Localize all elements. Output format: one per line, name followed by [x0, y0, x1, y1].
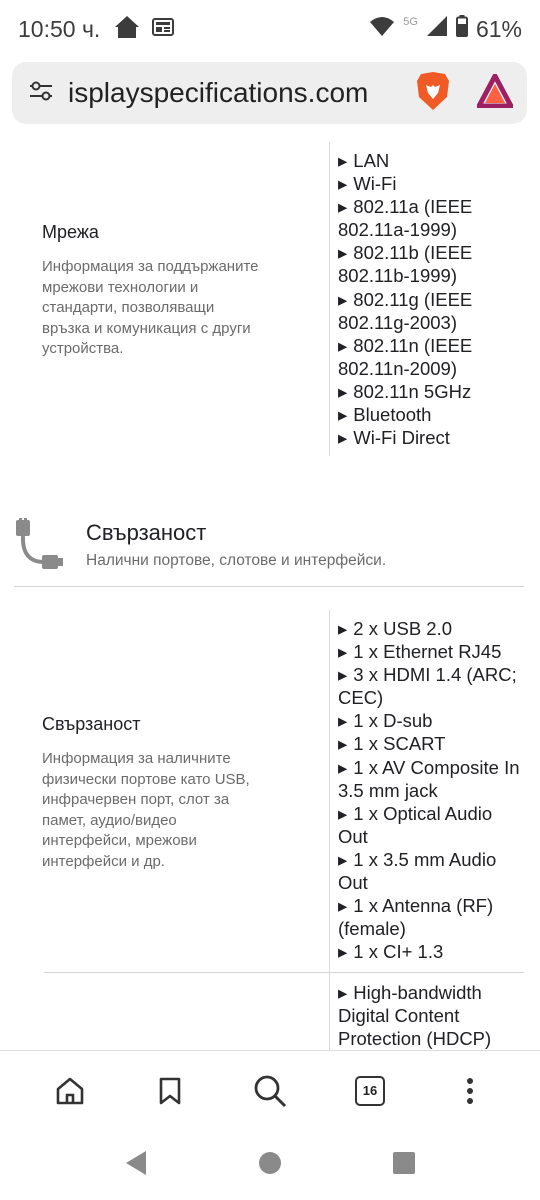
list-item: 2 x USB 2.0: [338, 617, 523, 640]
list-item: 802.11n (IEEE 802.11n-2009): [338, 334, 523, 380]
browser-toolbar: 16: [0, 1050, 540, 1130]
back-button[interactable]: [124, 1150, 148, 1181]
brave-shields-icon[interactable]: [415, 71, 451, 116]
list-item: LAN: [338, 149, 523, 172]
home-circle-icon: [259, 1151, 281, 1174]
search-icon: [254, 1075, 287, 1107]
divider-vertical: [329, 610, 330, 972]
network-spec-label: Мрежа Информация за поддържаните мрежови…: [42, 222, 262, 360]
section-divider: [14, 586, 524, 587]
tab-count[interactable]: 16: [355, 1075, 385, 1106]
home-nav-button[interactable]: [258, 1151, 282, 1180]
cable-icon: [14, 518, 66, 579]
url-text[interactable]: isplayspecifications.com: [68, 77, 388, 109]
connectivity-spec-label: Свързаност Информация за наличните физич…: [42, 714, 262, 872]
list-item: 802.11a (IEEE 802.11a-1999): [338, 195, 523, 241]
address-bar[interactable]: isplayspecifications.com: [12, 62, 527, 124]
status-time: 10:50 ч.: [18, 15, 101, 42]
connectivity-spec-values: 2 x USB 2.0 1 x Ethernet RJ45 3 x HDMI 1…: [338, 617, 523, 963]
connectivity-spec-description: Информация за наличните физически портов…: [42, 750, 250, 870]
list-item: 802.11n 5GHz: [338, 380, 523, 403]
bookmark-button[interactable]: [146, 1067, 194, 1115]
section-title: Свързаност: [86, 520, 207, 545]
list-item: Wi-Fi Direct: [338, 426, 523, 449]
network-spec-description: Информация за поддържаните мрежови техно…: [42, 258, 259, 357]
list-item: 1 x CI+ 1.3: [338, 940, 523, 963]
wifi-icon: [369, 15, 395, 43]
site-settings-icon[interactable]: [28, 79, 54, 108]
search-button[interactable]: [246, 1067, 294, 1115]
menu-button[interactable]: [446, 1067, 494, 1115]
list-item: 802.11b (IEEE 802.11b-1999): [338, 241, 523, 287]
network-spec-title: Мрежа: [42, 222, 99, 242]
recents-square-icon: [393, 1151, 415, 1174]
signal-icon: [426, 15, 448, 43]
home-icon: [56, 1077, 84, 1104]
news-icon: [152, 17, 175, 42]
recents-button[interactable]: [392, 1151, 416, 1180]
network-spec-values: LAN Wi-Fi 802.11a (IEEE 802.11a-1999) 80…: [338, 149, 523, 449]
connectivity-spec-title: Свързаност: [42, 714, 141, 734]
divider-vertical: [329, 142, 330, 456]
battery-icon: [455, 15, 468, 43]
home-button[interactable]: [46, 1067, 94, 1115]
section-subtitle: Налични портове, слотове и интерфейси.: [86, 552, 387, 569]
list-item: 1 x AV Composite In 3.5 mm jack: [338, 756, 523, 802]
list-item: 1 x Optical Audio Out: [338, 802, 523, 848]
list-item: High-bandwidth Digital Content Protectio…: [338, 981, 523, 1050]
list-item: Wi-Fi: [338, 172, 523, 195]
more-vertical-icon: [467, 1077, 473, 1104]
brave-rewards-icon[interactable]: [474, 70, 516, 113]
home-icon: [114, 15, 140, 44]
battery-percentage: 61%: [475, 15, 522, 42]
status-bar: 10:50 ч. 5G 61%: [0, 0, 540, 58]
list-item: 1 x D-sub: [338, 709, 523, 732]
tabs-button[interactable]: 16: [346, 1067, 394, 1115]
system-nav-bar: [0, 1130, 540, 1200]
divider-vertical: [329, 972, 330, 1050]
list-item: 3 x HDMI 1.4 (ARC; CEC): [338, 663, 523, 709]
network-type: 5G: [403, 16, 418, 28]
back-triangle-icon: [126, 1150, 146, 1175]
list-item: 802.11g (IEEE 802.11g-2003): [338, 288, 523, 334]
list-item: 1 x SCART: [338, 732, 523, 755]
list-item: 1 x 3.5 mm Audio Out: [338, 848, 523, 894]
next-spec-values: High-bandwidth Digital Content Protectio…: [338, 981, 523, 1050]
bookmark-icon: [159, 1077, 181, 1104]
list-item: 1 x Antenna (RF) (female): [338, 894, 523, 940]
list-item: 1 x Ethernet RJ45: [338, 640, 523, 663]
page-content: Мрежа Информация за поддържаните мрежови…: [0, 140, 540, 1050]
row-divider: [44, 972, 524, 973]
list-item: Bluetooth: [338, 403, 523, 426]
